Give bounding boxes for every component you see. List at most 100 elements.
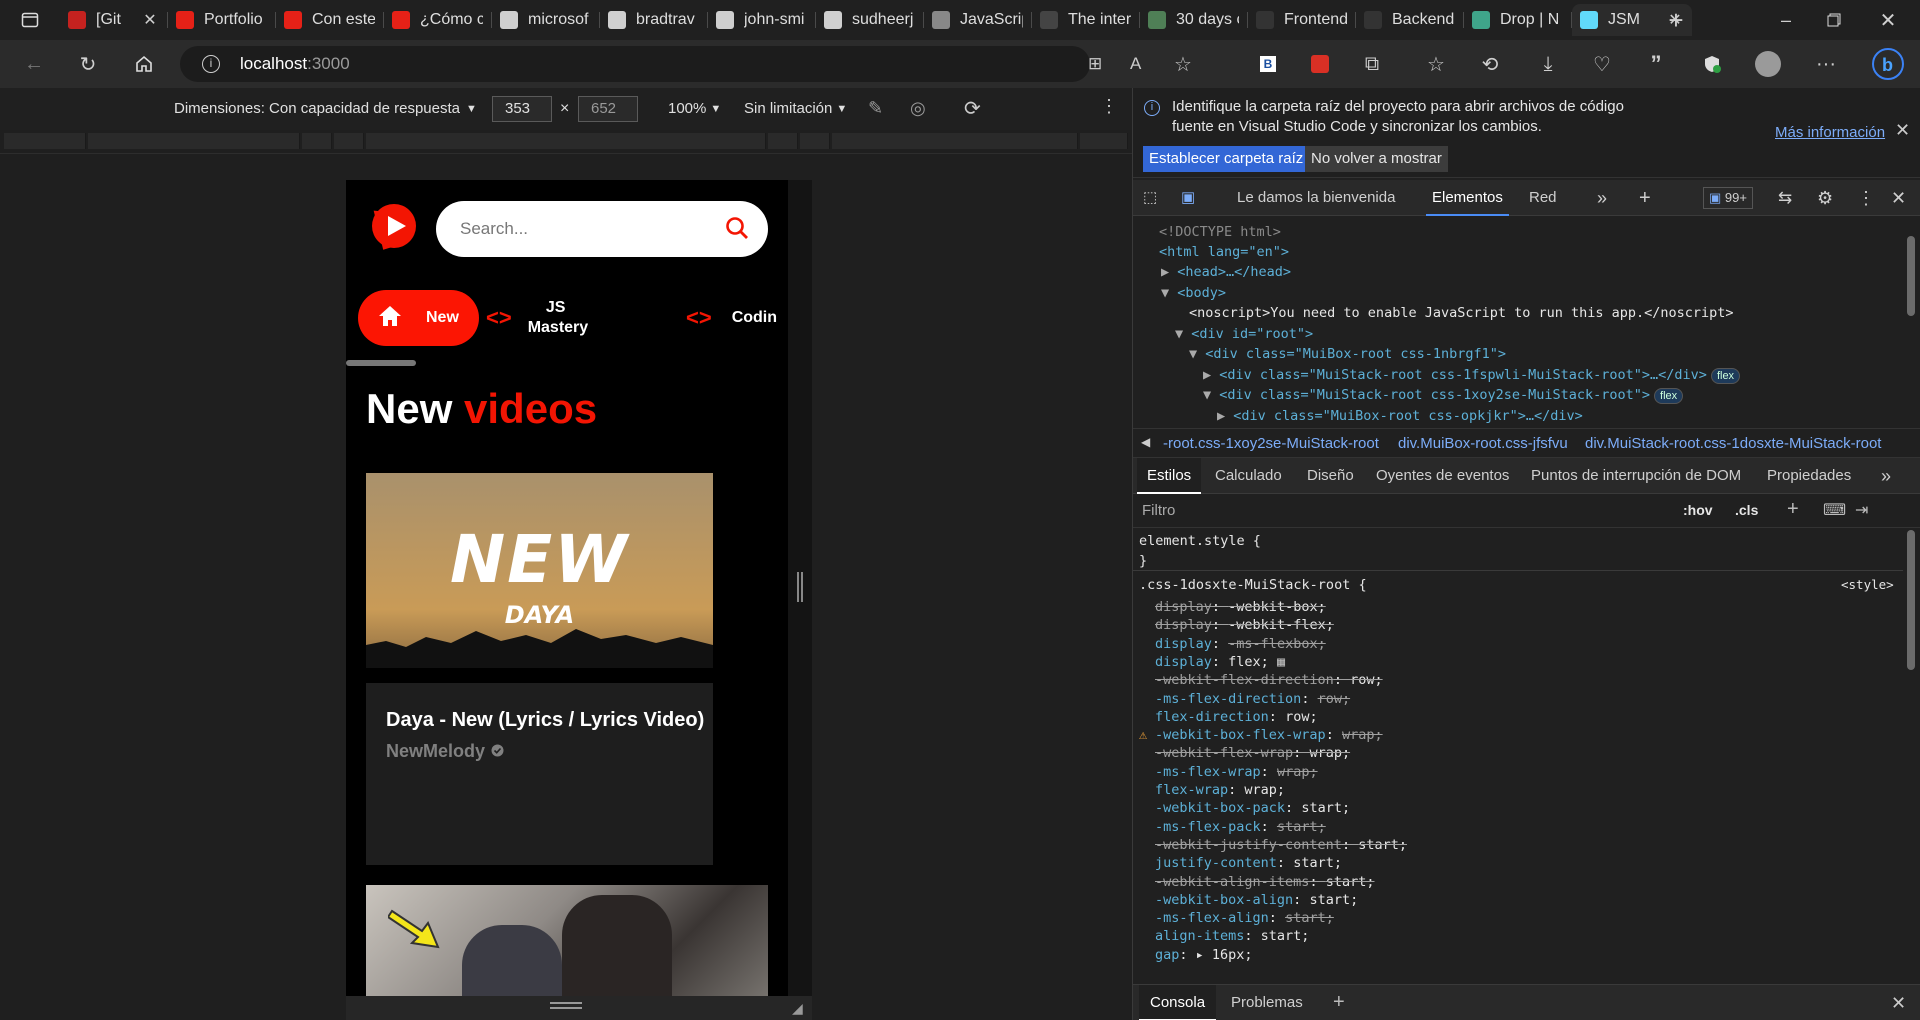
css-property[interactable]: -ms-flex-pack: start; — [1155, 818, 1326, 836]
vision-deficiency-icon[interactable]: ◎ — [910, 98, 926, 119]
css-property[interactable]: gap: ▸ 16px; — [1155, 946, 1253, 964]
css-property[interactable]: -ms-flex-direction: row; — [1155, 690, 1350, 708]
more-subtabs-icon[interactable]: » — [1881, 458, 1891, 494]
tab-layout[interactable]: Diseño — [1307, 458, 1354, 494]
collapse-arrow-icon[interactable]: ▼ — [1203, 387, 1219, 403]
dom-node[interactable]: ▶ <div class="MuiStack-root css-1fspwli-… — [1203, 365, 1741, 386]
channel-name[interactable]: NewMelody — [386, 741, 504, 762]
add-drawer-tab-icon[interactable]: + — [1333, 991, 1345, 1014]
browser-tab[interactable]: bradtrav — [600, 4, 707, 36]
address-bar[interactable]: i localhost:3000 ⊞ A ☆ — [180, 46, 1192, 82]
dom-node[interactable]: <!DOCTYPE html> — [1159, 222, 1281, 243]
css-property[interactable]: -webkit-box-pack: start; — [1155, 799, 1350, 817]
css-property-name[interactable]: align-items — [1155, 928, 1244, 944]
dom-node[interactable]: <html lang="en"> — [1159, 242, 1289, 263]
favorites-icon[interactable]: ☆ — [1420, 48, 1452, 80]
css-property[interactable]: align-items: start; — [1155, 927, 1309, 945]
css-property-value[interactable]: wrap; — [1309, 745, 1350, 761]
device-emulation-icon[interactable]: ▣ — [1181, 180, 1203, 216]
browser-tab[interactable]: JavaScrip — [924, 4, 1031, 36]
tab-console[interactable]: Consola — [1139, 985, 1217, 1020]
extensions-icon[interactable]: ⧉ — [1356, 48, 1388, 80]
eyedropper-icon[interactable]: ✎ — [868, 98, 883, 119]
more-info-link[interactable]: Más información — [1775, 124, 1885, 141]
site-info-icon[interactable]: i — [202, 55, 220, 73]
css-property[interactable]: ⚠ -webkit-box-flex-wrap: wrap; — [1139, 726, 1383, 744]
dom-node[interactable]: <noscript>You need to enable JavaScript … — [1189, 303, 1734, 324]
maximize-button[interactable] — [1818, 4, 1850, 36]
inspect-element-icon[interactable]: ⬚ — [1143, 180, 1165, 216]
ruler-segment[interactable] — [334, 133, 364, 149]
search-bar[interactable]: Search... — [436, 201, 768, 257]
breadcrumb-item[interactable]: div.MuiBox-root.css-jfsfvu — [1398, 435, 1568, 452]
throttle-select[interactable]: Sin limitación ▼ — [744, 100, 847, 117]
css-property[interactable]: flex-direction: row; — [1155, 708, 1318, 726]
favorite-star-icon[interactable]: ☆ — [1174, 52, 1192, 77]
rule-source-link[interactable]: <style> — [1841, 576, 1894, 594]
ruler-segment[interactable] — [768, 133, 798, 149]
css-property-value[interactable]: flex; — [1228, 654, 1269, 670]
browser-tab[interactable]: The inter — [1032, 4, 1139, 36]
expand-arrow-icon[interactable]: ▶ — [1217, 408, 1233, 424]
category-coding-button[interactable]: <> Codin — [686, 290, 777, 346]
browser-tab[interactable]: john-smi — [708, 4, 815, 36]
dom-tree[interactable]: <!DOCTYPE html> <html lang="en"> ▶ <head… — [1133, 216, 1920, 424]
css-property-value[interactable]: row; — [1318, 691, 1351, 707]
css-property[interactable]: -ms-flex-wrap: wrap; — [1155, 763, 1318, 781]
css-property-name[interactable]: -ms-flex-pack — [1155, 819, 1261, 835]
styles-pane[interactable]: element.style { } .css-1dosxte-MuiStack-… — [1133, 528, 1920, 968]
css-property[interactable]: -webkit-align-items: start; — [1155, 873, 1374, 891]
css-property[interactable]: -webkit-box-align: start; — [1155, 891, 1358, 909]
search-icon[interactable] — [724, 215, 750, 246]
video-card[interactable]: Daya - New (Lyrics / Lyrics Video) NewMe… — [366, 683, 713, 865]
css-property-name[interactable]: display — [1155, 599, 1212, 615]
ruler-segment[interactable] — [4, 133, 86, 149]
paint-icon[interactable]: ⌨ — [1823, 500, 1846, 520]
css-property-name[interactable]: -ms-flex-wrap — [1155, 764, 1261, 780]
expand-arrow-icon[interactable]: ▶ — [1161, 264, 1177, 280]
css-property-name[interactable]: -webkit-flex-wrap — [1155, 745, 1293, 761]
dom-node[interactable]: ▶ <div class="MuiBox-root css-opkjkr">…<… — [1217, 406, 1583, 427]
expand-arrow-icon[interactable]: ▶ — [1203, 367, 1219, 383]
browser-tab[interactable]: Drop | N — [1464, 4, 1571, 36]
css-property-name[interactable]: flex-direction — [1155, 709, 1269, 725]
viewport-width-input[interactable]: 353 — [492, 96, 552, 122]
close-devtools-icon[interactable]: ✕ — [1891, 180, 1906, 216]
css-property-name[interactable]: -ms-flex-align — [1155, 910, 1269, 926]
browser-tab[interactable]: sudheerj — [816, 4, 923, 36]
search-input[interactable]: Search... — [460, 219, 528, 239]
rotate-icon[interactable]: ⟳ — [964, 96, 981, 121]
toggle-sidebar-icon[interactable]: ⇥ — [1855, 500, 1868, 520]
tab-event-listeners[interactable]: Oyentes de eventos — [1376, 458, 1509, 494]
close-window-button[interactable]: ✕ — [1872, 4, 1904, 36]
quotes-icon[interactable]: ” — [1640, 48, 1672, 80]
css-property-value[interactable]: start; — [1309, 892, 1358, 908]
back-button[interactable]: ← — [18, 48, 50, 80]
close-drawer-icon[interactable]: ✕ — [1891, 993, 1906, 1014]
dont-show-again-button[interactable]: No volver a mostrar — [1305, 146, 1448, 172]
css-property-value[interactable]: -webkit-box; — [1228, 599, 1326, 615]
browser-tab[interactable]: microsof — [492, 4, 599, 36]
resize-handle-bottom[interactable]: ◢ — [346, 996, 812, 1020]
css-property-name[interactable]: -ms-flex-direction — [1155, 691, 1301, 707]
dom-scrollbar[interactable] — [1907, 236, 1915, 316]
browser-tab[interactable]: [Git ✕ — [60, 4, 167, 36]
css-property[interactable]: -webkit-justify-content: start; — [1155, 836, 1407, 854]
app-available-icon[interactable]: ⊞ — [1088, 54, 1102, 74]
youtube-logo-icon[interactable] — [366, 198, 422, 254]
new-tab-button[interactable]: + — [1660, 4, 1692, 36]
tab-properties[interactable]: Propiedades — [1767, 458, 1851, 494]
category-scrollbar[interactable] — [346, 360, 416, 366]
downloads-icon[interactable]: ⤓ — [1532, 48, 1564, 80]
css-property-value[interactable]: row; — [1285, 709, 1318, 725]
dimensions-select[interactable]: Dimensiones: Con capacidad de respuesta … — [174, 100, 477, 117]
resize-handle-right[interactable] — [797, 572, 803, 602]
viewport-height-input[interactable]: 652 — [578, 96, 638, 122]
browser-essentials-icon[interactable] — [1696, 48, 1728, 80]
browser-tab[interactable]: Frontend — [1248, 4, 1355, 36]
browser-tab[interactable]: Backend — [1356, 4, 1463, 36]
more-menu-icon[interactable]: ··· — [1810, 48, 1842, 80]
video-title[interactable]: Daya - New (Lyrics / Lyrics Video) — [386, 709, 704, 732]
read-aloud-icon[interactable]: A — [1130, 54, 1141, 74]
css-property-name[interactable]: gap — [1155, 947, 1179, 963]
